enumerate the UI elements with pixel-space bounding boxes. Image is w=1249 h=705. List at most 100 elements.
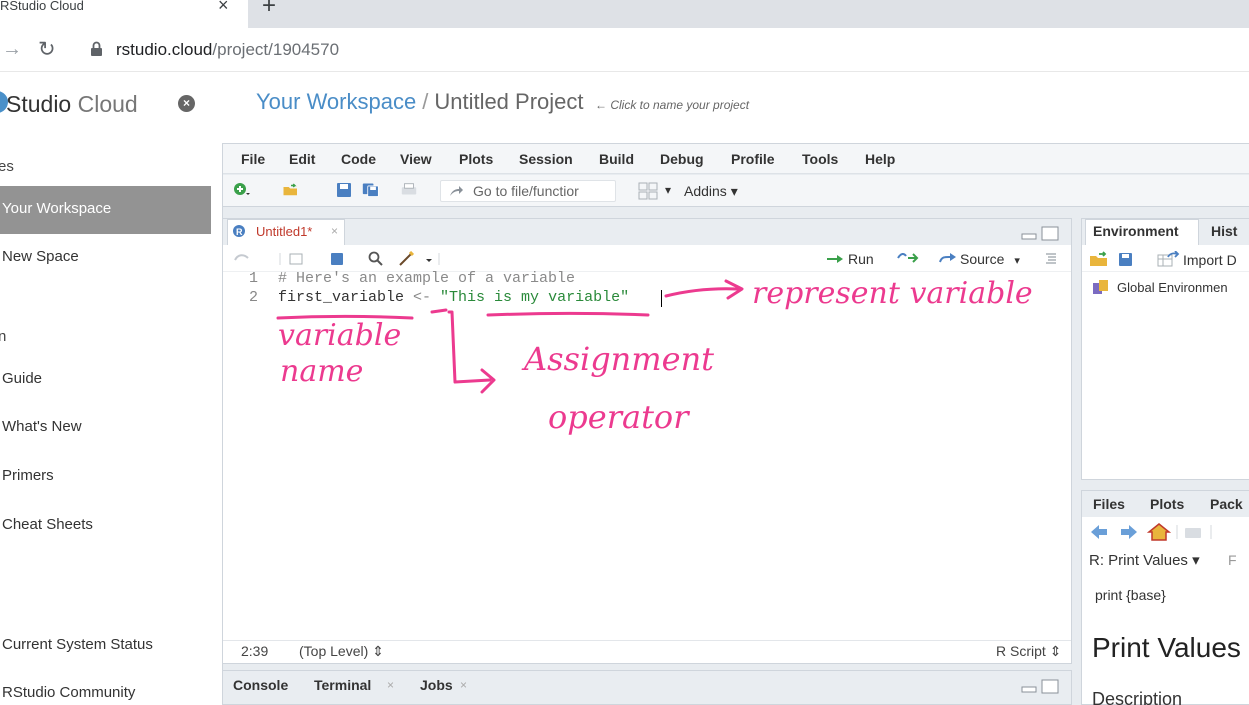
annotation-name: name [280,354,364,389]
browser-tab-title: RStudio Cloud [0,0,84,13]
new-tab-icon[interactable]: + [262,0,276,20]
tab-plots[interactable]: Plots [1150,496,1184,512]
import-dataset-icon [1157,251,1180,267]
outline-icon[interactable] [1044,251,1058,265]
sidebar-section-spaces: es [0,158,14,175]
tab-environment[interactable]: Environment [1093,223,1179,239]
file-type-selector[interactable]: R Script ⇕ [996,643,1061,660]
help-title: Print Values [1092,632,1241,663]
close-source-tab-icon[interactable]: × [331,224,338,238]
cursor-position: 2:39 [241,643,269,659]
sidebar-item-whats-new[interactable]: What's New [0,404,211,452]
annotation-assignment: Assignment [524,340,715,378]
breadcrumb: Your Workspace / Untitled Project [256,89,584,115]
text-cursor [661,290,662,307]
global-environment-selector[interactable]: Global Environmen [1117,280,1228,295]
menu-plots[interactable]: Plots [459,151,493,167]
browser-tab-strip: RStudio Cloud × + [0,0,1249,28]
go-to-file-input[interactable]: Go to file/functior [440,180,616,202]
r-file-icon: R [233,225,245,237]
menu-build[interactable]: Build [599,151,634,167]
menu-debug[interactable]: Debug [660,151,704,167]
breadcrumb-separator: / [422,89,429,114]
addins-menu[interactable]: Addins ▾ [684,183,738,200]
brand-main: Studio [6,91,72,117]
grid-layout-icon[interactable] [638,182,658,200]
code-assignment-operator: <- [404,289,441,306]
menu-view[interactable]: View [400,151,432,167]
layout-dropdown-icon[interactable]: ▾ [665,183,671,197]
load-save-workspace-icons[interactable] [1089,251,1149,267]
console-minmax-icon[interactable] [1020,679,1062,695]
close-terminal-icon[interactable]: × [387,678,394,692]
menu-tools[interactable]: Tools [802,151,838,167]
code-line-comment[interactable]: # Here's an example of a variable [278,270,575,287]
menu-profile[interactable]: Profile [731,151,775,167]
url-field[interactable]: rstudio.cloud/project/1904570 [116,40,339,60]
run-button[interactable]: Run [826,251,874,267]
annotation-operator: operator [548,398,689,436]
source-tool-icons [234,251,440,266]
sidebar-item-new-space[interactable]: New Space [0,234,211,282]
sidebar-item-guide[interactable]: Guide [0,356,211,404]
rerun-icon[interactable] [896,252,920,264]
code-string: "This is my variable" [440,289,630,306]
help-search-fragment: F [1228,552,1237,568]
sidebar-item-your-workspace[interactable]: Your Workspace [0,186,211,234]
source-label: Source [960,251,1005,267]
save-icon[interactable] [335,181,353,199]
line-number: 1 [248,270,258,287]
save-all-icon[interactable] [362,181,380,199]
annotation-variable: variable [278,318,402,353]
go-to-arrow-icon [450,186,463,196]
tab-console[interactable]: Console [233,677,288,693]
menu-file[interactable]: File [241,151,265,167]
url-path: /project/1904570 [212,40,340,59]
close-jobs-icon[interactable]: × [460,678,467,692]
menu-help[interactable]: Help [865,151,895,167]
brand-light: Cloud [71,91,138,117]
lock-icon [91,41,102,56]
scope-selector[interactable]: (Top Level) ⇕ [299,643,384,660]
forward-arrow-icon[interactable]: → [2,38,22,61]
new-file-icon[interactable] [232,181,250,199]
run-label: Run [848,251,874,267]
tab-packages[interactable]: Pack [1210,496,1243,512]
code-variable-name: first_variable [278,289,405,306]
sidebar-item-community[interactable]: RStudio Community [0,670,211,705]
tab-terminal[interactable]: Terminal [314,677,371,693]
tab-files[interactable]: Files [1093,496,1125,512]
print-icon[interactable] [400,181,418,199]
brand-title: Studio Cloud [6,91,138,118]
global-environment-icon [1093,280,1108,294]
help-topic-package: print {base} [1095,587,1166,603]
menu-edit[interactable]: Edit [289,151,315,167]
close-tab-icon[interactable]: × [218,0,229,16]
sidebar-item-system-status[interactable]: Current System Status [0,622,211,670]
source-tab-bar [223,219,1071,245]
annotation-represent-variable: represent variable [752,276,1033,311]
help-topic-selector[interactable]: R: Print Values ▾ [1089,551,1200,569]
help-section-heading: Description [1092,689,1183,705]
open-folder-icon[interactable] [282,181,300,199]
url-host: rstudio.cloud [116,40,213,59]
project-title[interactable]: Untitled Project [434,89,583,114]
sidebar-item-primers[interactable]: Primers [0,453,211,501]
source-button[interactable]: Source ▾ [937,251,1020,267]
browser-tab[interactable]: RStudio Cloud × [0,0,248,28]
close-sidebar-icon[interactable]: × [178,95,195,112]
breadcrumb-workspace[interactable]: Your Workspace [256,89,416,114]
source-tab-title: Untitled1* [256,224,313,239]
line-number: 2 [248,289,258,306]
sidebar-item-cheat-sheets[interactable]: Cheat Sheets [0,502,211,550]
menu-code[interactable]: Code [341,151,376,167]
help-nav-icons[interactable] [1089,522,1249,542]
import-dataset-button[interactable]: Import D [1183,252,1249,268]
sidebar-section-learn: n [0,328,7,345]
tab-jobs[interactable]: Jobs [420,677,453,693]
reload-icon[interactable]: ↻ [38,37,56,62]
tab-history[interactable]: Hist [1211,223,1237,239]
pane-minmax-icon[interactable] [1020,226,1062,242]
menu-session[interactable]: Session [519,151,573,167]
code-line-assignment[interactable]: first_variable <- "This is my variable" [278,289,629,306]
